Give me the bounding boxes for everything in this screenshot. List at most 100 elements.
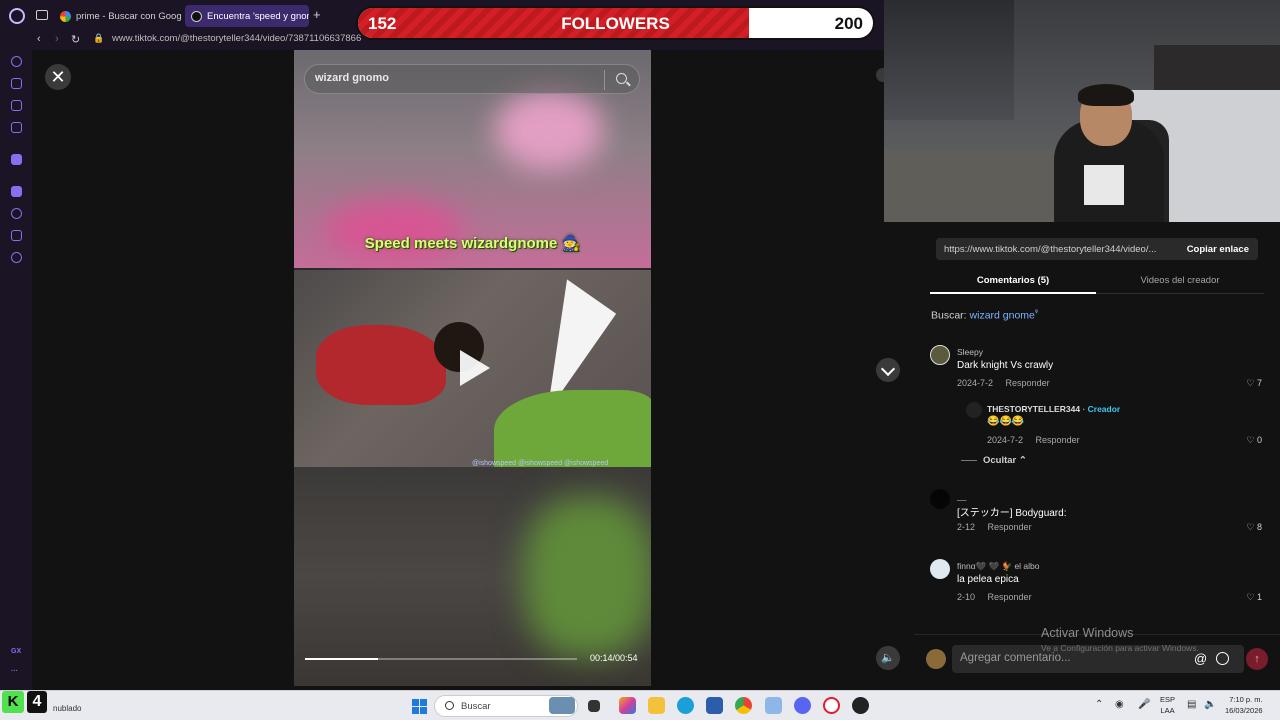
weather-widget[interactable]: nublado [53, 704, 81, 713]
sidebar-refresh-icon[interactable] [11, 56, 22, 67]
search-icon[interactable] [616, 73, 627, 84]
copilot-icon[interactable] [619, 697, 636, 714]
user-avatar [926, 649, 946, 669]
reply-button[interactable]: Responder [988, 592, 1032, 602]
video-progress-fill [305, 658, 379, 660]
sidebar-twitch-icon[interactable] [11, 154, 22, 165]
video-progress-bar[interactable] [305, 658, 577, 660]
tab-comments[interactable]: Comentarios (5) [930, 275, 1096, 294]
tray-chevron-icon[interactable]: ⌃ [1095, 699, 1103, 710]
related-search-term[interactable]: wizard gnome [970, 310, 1035, 322]
streamer-hair-shape [1078, 84, 1134, 106]
tab-overview-icon[interactable] [36, 10, 48, 20]
mention-icon[interactable]: @ [1194, 651, 1207, 666]
next-video-button[interactable] [876, 358, 900, 382]
volume-button[interactable]: 🔈 [876, 646, 900, 670]
kick-viewer-count: 4 [27, 691, 47, 713]
forward-icon[interactable]: › [55, 33, 59, 45]
avatar[interactable] [930, 489, 950, 509]
task-view-icon[interactable] [588, 700, 600, 712]
like-button[interactable]: ♡ 8 [1246, 522, 1262, 533]
gx-icon[interactable]: GX [11, 648, 21, 655]
google-icon [60, 10, 71, 22]
comment-text: Dark knight Vs crawly [957, 360, 1054, 371]
like-button[interactable]: ♡ 1 [1246, 592, 1262, 603]
sidebar-history-icon[interactable] [11, 208, 22, 219]
comment-username[interactable]: Sleepy [957, 347, 983, 357]
video-caption: Speed meets wizardgnome 🧙 [364, 235, 581, 252]
network-icon[interactable]: ▤ [1187, 699, 1196, 710]
sidebar-settings-icon[interactable] [11, 252, 22, 263]
comment-username[interactable]: THESTORYTELLER344 · Creador [987, 404, 1120, 414]
screen: prime - Buscar con Google Encuentra 'spe… [0, 0, 1280, 720]
avatar[interactable] [930, 559, 950, 579]
comment-username[interactable]: __ [957, 491, 966, 501]
reload-icon[interactable]: ↻ [71, 33, 80, 46]
search-icon [445, 701, 454, 710]
follower-count: 152 [368, 14, 397, 33]
video-search-bar[interactable]: wizard gnomo [304, 64, 640, 94]
back-icon[interactable]: ‹ [37, 33, 41, 45]
taskbar-clock[interactable]: 7:10 p. m. 16/03/2026 [1225, 694, 1263, 716]
sidebar-chat-icon[interactable] [11, 100, 22, 111]
avatar[interactable] [930, 345, 950, 365]
related-search-prefix: Buscar: [931, 309, 967, 322]
edge-icon[interactable] [677, 697, 694, 714]
new-tab-button[interactable]: + [313, 7, 321, 22]
avatar[interactable] [966, 402, 982, 418]
emoji-icon[interactable] [1216, 652, 1229, 665]
comment-username[interactable]: finnα🖤 🖤 🐓 el albo [957, 561, 1040, 572]
tray-app-icon[interactable]: ◉ [1115, 699, 1124, 710]
sidebar-extensions-icon[interactable] [11, 230, 22, 241]
related-search[interactable]: Buscar: wizard gnomeᵠ [931, 309, 1038, 322]
close-button[interactable]: ✕ [45, 64, 71, 90]
search-input[interactable]: wizard gnomo [315, 72, 389, 84]
store-icon[interactable] [706, 697, 723, 714]
tab-tiktok[interactable]: Encuentra 'speed y gnomo [185, 5, 309, 27]
person-shape [316, 325, 446, 405]
comment-item: finnα🖤 🖤 🐓 el albo la pelea epica 2-10 R… [930, 559, 1264, 609]
discord-icon[interactable] [794, 697, 811, 714]
widget-thumbnail-icon[interactable] [549, 697, 575, 714]
obs-icon[interactable] [852, 697, 869, 714]
video-player[interactable]: Speed meets wizardgnome 🧙 @ishowspeed @i… [294, 50, 651, 686]
comment-text: la pelea epica [957, 574, 1019, 585]
opera-gx-icon[interactable] [823, 697, 840, 714]
sidebar-bag-icon[interactable] [11, 78, 22, 89]
microphone-icon[interactable]: 🎤 [1138, 699, 1150, 710]
reply-button[interactable]: Responder [988, 522, 1032, 532]
tab-google-search[interactable]: prime - Buscar con Google [54, 5, 182, 27]
comment-meta: 2024-7-2 Responder [987, 435, 1090, 445]
language-indicator[interactable]: ESP LAA [1160, 694, 1175, 716]
webcam-feed [884, 0, 1280, 222]
copy-link-button[interactable]: Copiar enlace [1187, 244, 1249, 255]
notepad-icon[interactable] [765, 697, 782, 714]
comment-date: 2-12 [957, 522, 976, 532]
like-button[interactable]: ♡ 7 [1246, 378, 1262, 389]
tab-creator-videos[interactable]: Videos del creador [1096, 275, 1264, 286]
volume-icon[interactable]: 🔈 [1204, 699, 1216, 710]
windows-start-icon[interactable] [412, 699, 427, 714]
reply-button[interactable]: Responder [1036, 435, 1080, 445]
play-icon[interactable] [460, 350, 490, 386]
sidebar-more-icon[interactable]: ··· [11, 668, 18, 675]
file-explorer-icon[interactable] [648, 697, 665, 714]
comment-date: 2024-7-2 [957, 378, 994, 388]
send-button[interactable]: ↑ [1246, 648, 1268, 670]
opera-logo-icon[interactable] [9, 8, 25, 24]
lock-icon: 🔒 [93, 33, 105, 43]
hide-replies-button[interactable]: Ocultar ⌃ [961, 455, 1027, 466]
comments-panel: https://www.tiktok.com/@thestoryteller34… [914, 222, 1280, 690]
reply-button[interactable]: Responder [1006, 378, 1050, 388]
sidebar-mail-icon[interactable] [11, 122, 22, 133]
follower-goal: 200 [834, 14, 863, 33]
url-field[interactable]: www.tiktok.com/@thestoryteller344/video/… [112, 33, 361, 44]
video-time: 00:14/00:54 [590, 653, 638, 663]
comment-date: 2-10 [957, 592, 976, 602]
chrome-icon[interactable] [735, 697, 752, 714]
sidebar-music-icon[interactable] [11, 186, 22, 197]
share-link-url[interactable]: https://www.tiktok.com/@thestoryteller34… [944, 244, 1174, 255]
comment-meta: 2024-7-2 Responder [957, 378, 1060, 388]
like-button[interactable]: ♡ 0 [1246, 435, 1262, 446]
green-blanket-shape [494, 390, 651, 470]
